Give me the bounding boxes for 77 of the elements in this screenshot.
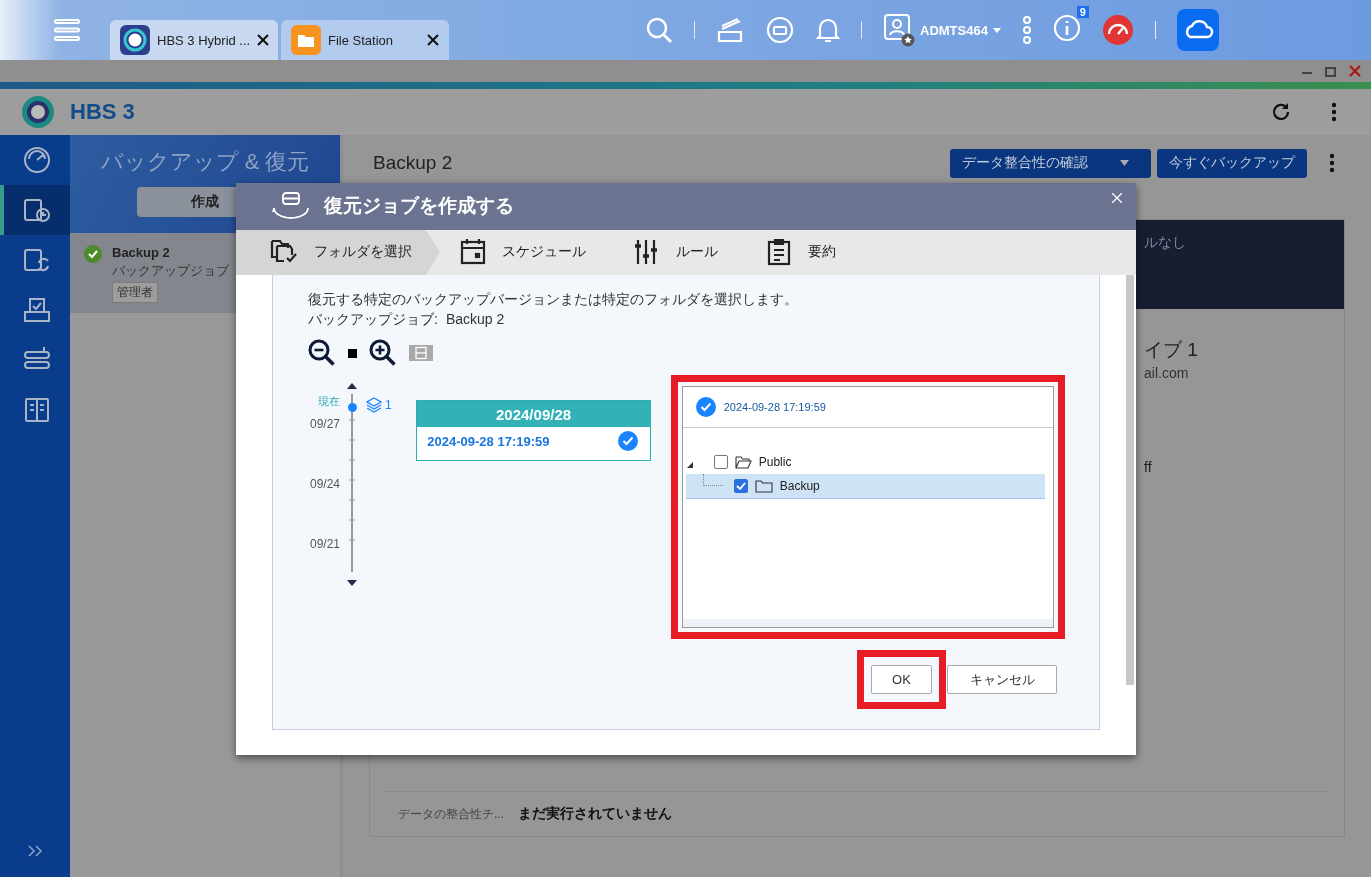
wizard-step[interactable]: フォルダを選択 [236,229,440,275]
integrity-label: データの整合性チ... [398,805,504,823]
tree-row[interactable]: Backup [685,474,1045,499]
close-icon[interactable] [257,34,270,46]
browser-tab[interactable]: HBS 3 Hybrid ... [110,20,278,60]
current-time-dot [347,403,357,412]
job-name: Backup 2 [445,311,505,329]
banner-text: ルなし [1144,234,1186,252]
expand-icon[interactable] [27,845,43,857]
scrollbar[interactable] [1126,275,1134,685]
integrity-value: まだ実行されていません [518,805,672,823]
folder-name: Public [758,455,792,469]
app-logo-icon [120,25,150,55]
cancel-button[interactable]: キャンセル [947,665,1057,694]
destination-account: ail.com [1144,365,1189,381]
browser-tab[interactable]: File Station [281,20,449,60]
date-label: 09/27 [310,417,341,431]
cabinet-icon [23,396,51,424]
open-folder-icon [734,455,752,469]
destination-name: イブ 1 [1144,338,1198,362]
backup-now-button[interactable]: 今すぐバックアップ [1157,148,1307,178]
tray-check-icon [23,296,51,324]
checkbox[interactable] [733,479,748,493]
folder-name: Backup [779,479,820,493]
checkbox[interactable] [713,455,728,469]
job-title: Backup 2 [373,152,453,174]
zoom-level-marker [348,348,357,358]
now-label: 現在 [318,394,340,409]
panel-title: バックアップ & 復元 [100,148,310,176]
notification-badge: 9 [1076,6,1089,18]
job-type: バックアップジョブ [112,262,229,280]
snapshot-time: 2024-09-28 17:19:59 [723,401,826,413]
tree-row[interactable]: Public [685,450,1045,474]
date-label: 09/24 [310,477,341,491]
bell-icon[interactable] [816,16,840,44]
speedometer-icon[interactable] [1101,14,1134,46]
expand-arrow-icon[interactable] [686,462,693,468]
job-label: バックアップジョブ: [308,311,438,329]
success-icon [84,245,102,263]
refresh-icon[interactable] [1271,102,1291,122]
version-count: 1 [385,398,392,412]
dialog-title: 復元ジョブを作成する [324,194,514,219]
version-date: 2024/09/28 [496,405,572,423]
user-icon[interactable] [883,13,915,47]
drive-clock-icon [23,196,51,224]
zoom-out-icon[interactable] [308,339,336,367]
caret-icon[interactable] [992,27,1001,33]
date-label: 09/21 [310,537,341,551]
app-title: HBS 3 [70,99,135,125]
field-value: ff [1144,459,1152,475]
drive-sync-icon [23,246,51,274]
role-tag: 管理者 [112,282,158,303]
more-options-icon[interactable] [1329,153,1335,173]
cloud-app-icon[interactable] [1176,9,1219,51]
wizard-step[interactable]: ルール [614,229,746,275]
info-icon[interactable] [1052,14,1081,42]
restore-icon[interactable] [1325,65,1337,77]
zoom-in-icon[interactable] [369,339,397,367]
job-name: Backup 2 [112,245,170,260]
wizard-step[interactable]: スケジュール [440,229,614,275]
app-logo-icon [20,94,56,130]
close-icon[interactable] [427,34,439,46]
sidebar-item[interactable] [0,185,70,235]
folder-icon [754,479,773,493]
folder-icon [291,25,321,55]
gauge-icon [23,146,51,174]
restore-drive-icon [272,192,310,221]
version-item[interactable]: 2024-09-28 17:19:59 [417,427,650,451]
wizard-step[interactable]: 要約 [746,229,864,275]
ok-button[interactable]: OK [871,665,932,694]
caret-icon [1120,160,1129,166]
calendar-icon [458,238,488,267]
search-icon[interactable] [645,16,673,44]
verify-button[interactable]: データ整合性の確認 [950,148,1151,178]
server-icon[interactable] [716,17,744,43]
more-options-icon[interactable] [1331,102,1337,122]
layers-icon [366,397,382,413]
